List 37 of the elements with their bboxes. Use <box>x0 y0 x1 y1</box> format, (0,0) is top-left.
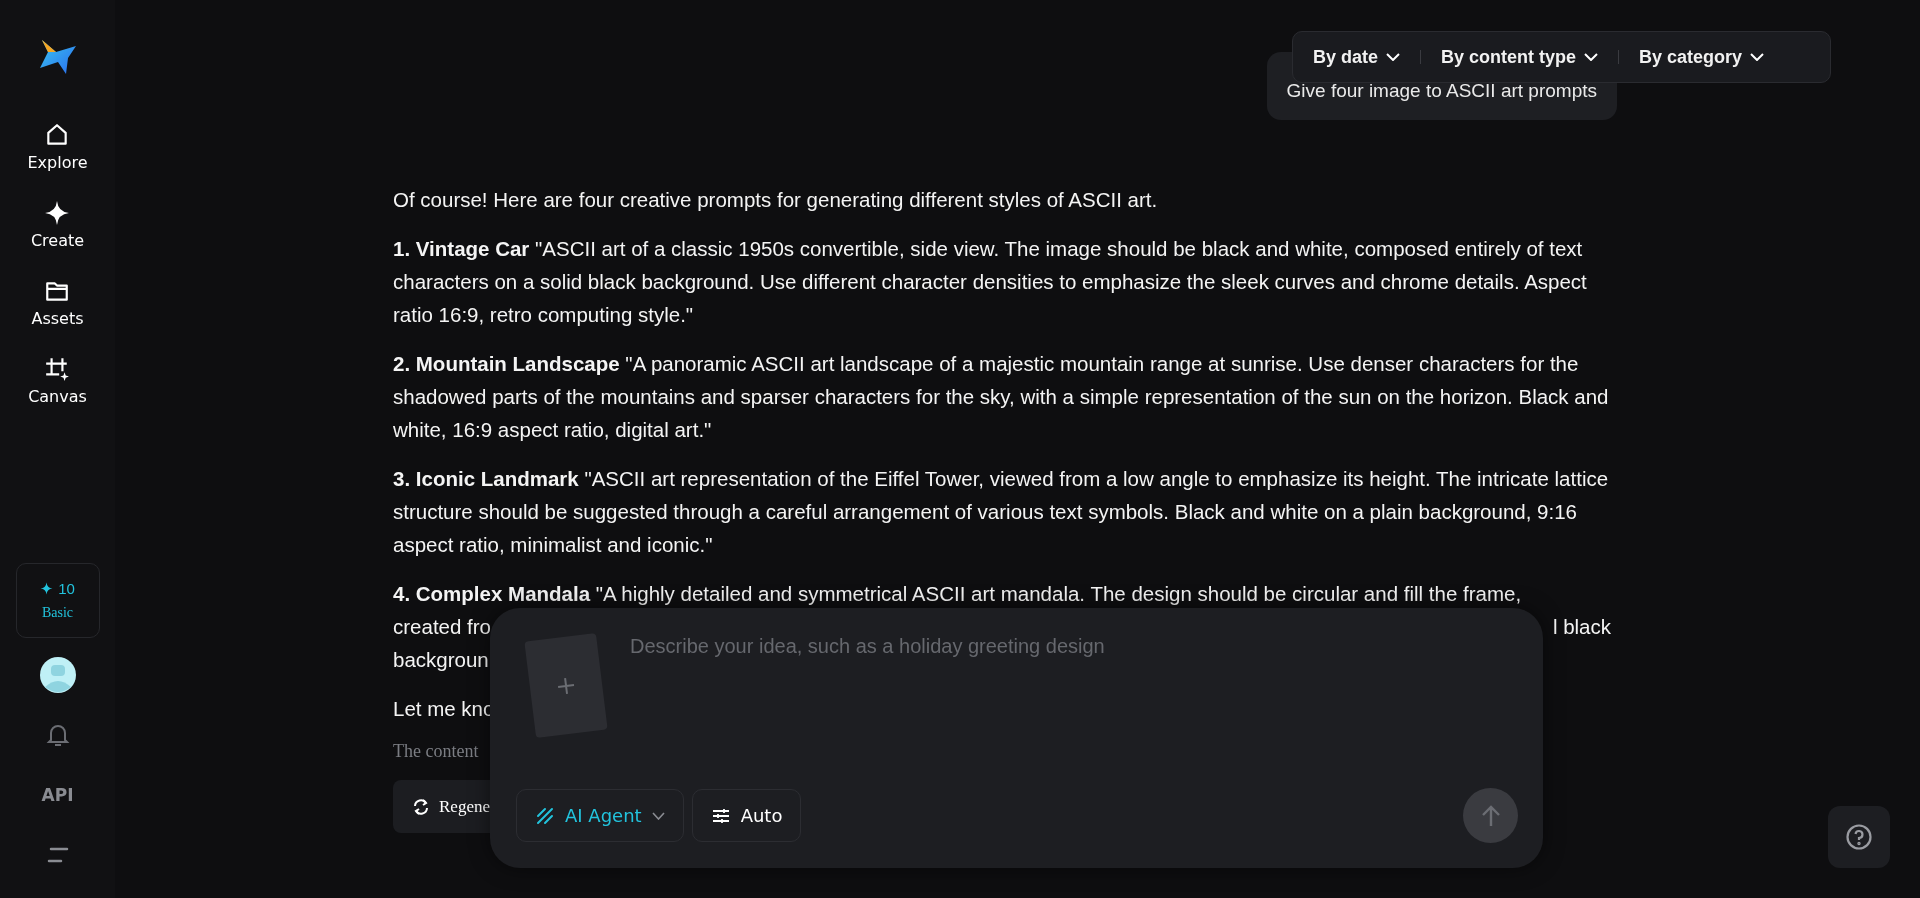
chevron-icon <box>651 811 665 820</box>
prompt-paragraph: 1. Vintage Car "ASCII art of a classic 1950s convertible, side view. The image should be black and white, composed entirely of text characters on a solid black background. Use different character densities to emphasize the sleek curves and chrome details. Aspect ratio 16:9, retro computing style." <box>393 236 1588 328</box>
credits-card[interactable]: 10 Basic <box>15 563 100 638</box>
prompt-paragraph: 2. Mountain Landscape "A panoramic ASCII art landscape of a majestic mountain range at sunrise. Use denser characters for the shadowed parts of the mountains and sparser characters for the sky, with a simple representation of the sun on the horizon. Black and white, 16:9 aspect ratio, digital art." <box>393 351 1610 443</box>
nav-item[interactable]: Explore <box>27 122 88 191</box>
mode-button[interactable]: Auto <box>691 789 802 842</box>
prompt-text: backgroun <box>393 647 489 673</box>
sparkle-icon <box>40 582 54 595</box>
bell-icon[interactable] <box>45 722 70 748</box>
prompt-text: l black <box>1552 614 1611 640</box>
credit-count: 10 <box>58 580 75 597</box>
help-icon <box>1845 823 1873 851</box>
nav-item[interactable]: Canvas <box>28 356 87 425</box>
chevron-icon <box>1750 53 1765 61</box>
prompt-text: created fro <box>393 614 491 640</box>
avatar[interactable] <box>39 657 76 693</box>
filter-dropdown[interactable]: By category <box>1629 46 1775 68</box>
plus-icon <box>555 675 577 696</box>
response-text: Of course! Here are four creative prompts for generating different styles of ASCII art. <box>393 187 1159 213</box>
arrow-up-icon <box>1480 804 1501 827</box>
plan-label: Basic <box>41 605 74 621</box>
prompt-text: 4. Complex Mandala "A highly detailed and symmetrical ASCII art mandala. The design should be circular and fill the frame, <box>393 581 1522 607</box>
prompt-input[interactable]: Describe your idea, such as a holiday greeting design <box>628 630 1512 662</box>
nav-item[interactable]: Create <box>30 200 85 269</box>
nav-item[interactable]: Assets <box>31 278 84 347</box>
api-link[interactable]: API <box>41 785 74 805</box>
logo-icon <box>37 38 78 76</box>
chevron-icon <box>1386 53 1401 61</box>
disclaimer-text: The content <box>393 741 479 762</box>
agent-icon <box>535 805 555 826</box>
chevron-icon <box>1584 53 1599 61</box>
crop-icon <box>44 356 71 382</box>
prompt-paragraph: 3. Iconic Landmark "ASCII art representation of the Eiffel Tower, viewed from a low angle to emphasize its height. The intricate lattice structure should be suggested through a careful arrangement of various text symbols. Black and white on a plain background, 9:16 aspect ratio, minimalist and iconic." <box>393 466 1610 558</box>
help-button[interactable] <box>1828 806 1890 868</box>
agent-dropdown[interactable]: AI Agent <box>516 789 684 842</box>
menu-icon[interactable] <box>46 847 69 863</box>
refresh-icon <box>411 796 431 817</box>
